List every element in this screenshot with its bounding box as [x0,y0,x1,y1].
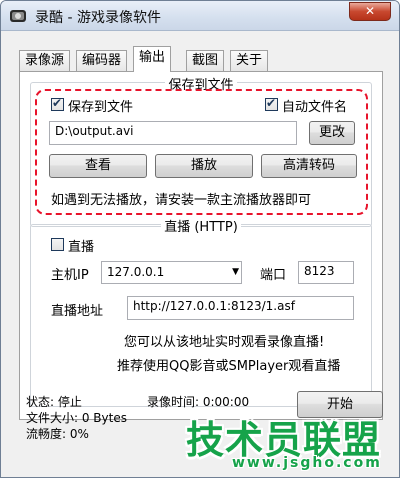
live-checkbox[interactable] [51,238,64,251]
live-info-line2: 推荐使用QQ影音或SMPlayer观看直播 [117,359,341,374]
fluency: 流畅度: 0% [26,427,89,441]
output-path-input[interactable]: D:\output.avi [49,121,297,145]
play-button[interactable]: 播放 [155,154,253,178]
file-size: 文件大小: 0 Bytes [26,411,127,425]
save-to-file-checkbox[interactable] [51,96,64,111]
auto-filename-checkbox[interactable] [265,96,278,111]
port-input[interactable]: 8123 [298,261,354,284]
title-bar[interactable]: 录酷 - 游戏录像软件 ✕ [1,1,399,31]
close-button[interactable]: ✕ [349,2,391,21]
output-tab-panel: 保存到文件 保存到文件 自动文件名 D:\output.avi 更改 查看 播放… [19,71,383,420]
app-window: 录酷 - 游戏录像软件 ✕ 录像源 编码器 输出 截图 关于 保存到文件 保存到… [0,0,400,478]
live-info-line1: 您可以从该地址实时观看录像直播! [124,335,325,350]
change-path-button[interactable]: 更改 [309,121,355,145]
site-watermark: 技术员联盟 www.jsgho.com [186,409,396,474]
tab-about[interactable]: 关于 [230,50,269,71]
window-title: 录酷 - 游戏录像软件 [35,10,161,26]
stream-address-label: 直播地址 [51,304,104,319]
host-ip-label: 主机IP [51,268,89,283]
watermark-url: www.jsgho.com [232,455,382,471]
record-time: 录像时间: 0:00:00 [147,395,250,409]
stream-address-input[interactable]: http://127.0.0.1:8123/1.asf [127,296,354,320]
view-button[interactable]: 查看 [49,154,147,178]
host-ip-select[interactable]: 127.0.0.1 ▼ [101,261,242,284]
live-label: 直播 [68,240,95,255]
tab-output[interactable]: 输出 [133,46,172,72]
host-ip-value: 127.0.0.1 [107,265,165,279]
tab-recording-source[interactable]: 录像源 [19,50,71,71]
hd-convert-button[interactable]: 高清转码 [261,154,357,178]
live-group-title: 直播 (HTTP) [161,220,241,235]
app-record-icon [10,10,26,22]
tab-encoder[interactable]: 编码器 [76,50,128,71]
auto-filename-label: 自动文件名 [282,100,348,115]
save-to-file-label: 保存到文件 [68,100,134,115]
player-hint-text: 如遇到无法播放，请安装一款主流播放器即可 [51,193,312,208]
dropdown-arrow-icon: ▼ [232,267,239,277]
port-label: 端口 [260,268,287,283]
tab-screenshot[interactable]: 截图 [186,50,225,71]
status-state: 状态: 停止 [26,395,82,409]
